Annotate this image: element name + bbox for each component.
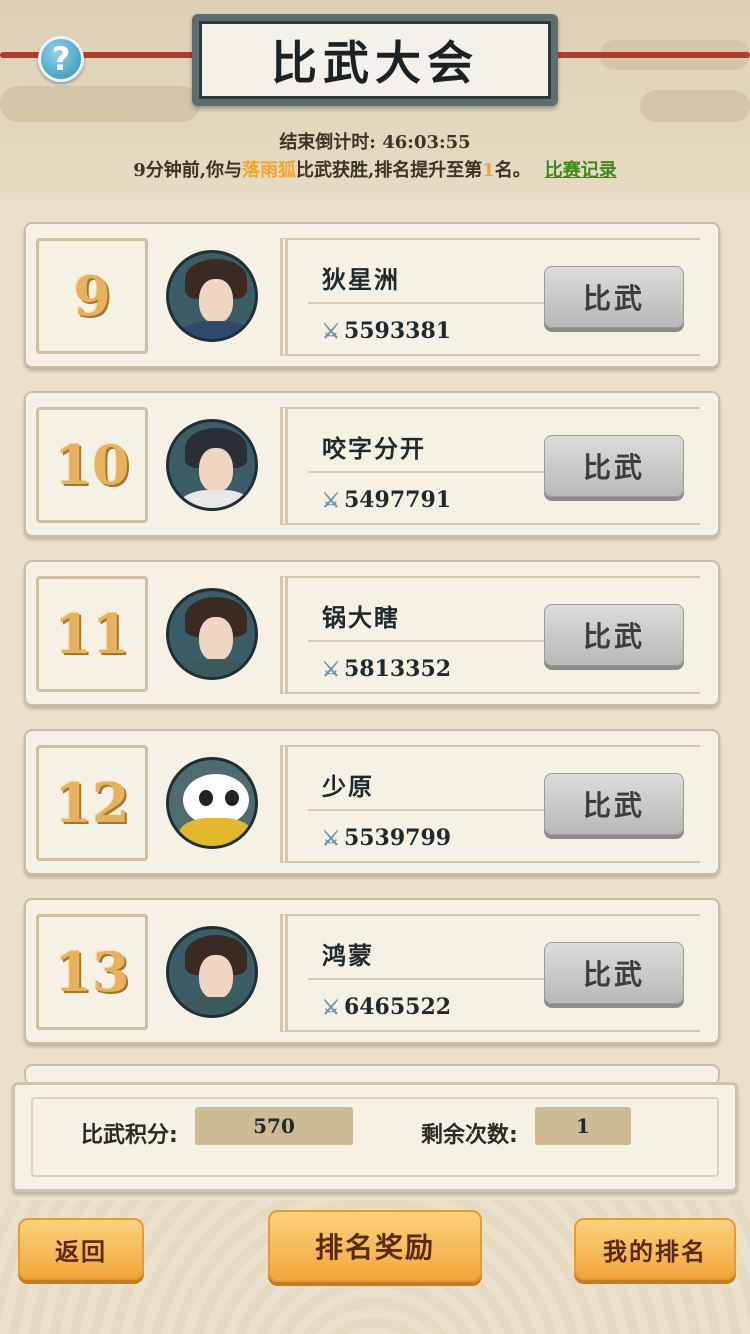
back-button[interactable]: 返回	[18, 1218, 144, 1280]
cloud-decoration	[0, 86, 200, 122]
red-rope-right	[550, 52, 750, 58]
player-name: 鸿蒙	[322, 942, 374, 970]
avatar-body	[179, 659, 253, 677]
notice-rank: 1	[482, 160, 495, 181]
power-value: 5539799	[343, 825, 452, 851]
avatar-body	[179, 490, 253, 508]
page-title: 比武大会	[199, 21, 551, 99]
rank-number: 9	[36, 238, 148, 354]
rank-number: 13	[36, 914, 148, 1030]
stats-panel: 比武积分: 570 剩余次数: 1	[12, 1082, 738, 1192]
divider	[308, 302, 548, 304]
opponent-card-partial	[24, 1064, 720, 1084]
score-value: 570	[195, 1107, 353, 1145]
rank-number: 12	[36, 745, 148, 861]
avatar-body	[179, 818, 253, 846]
player-info: 咬字分开 ⚔ 5497791 比武	[280, 407, 700, 525]
player-info: 鸿蒙 ⚔ 6465522 比武	[280, 914, 700, 1032]
crossed-swords-icon: ⚔	[322, 488, 340, 512]
score-label: 比武积分:	[81, 1123, 178, 1148]
panda-eye	[199, 790, 213, 806]
duel-button[interactable]: 比武	[544, 942, 684, 1004]
avatar-face	[199, 279, 233, 323]
player-name: 锅大瞎	[322, 604, 400, 632]
notice-opponent: 落雨狐	[242, 160, 296, 181]
avatar-face	[199, 617, 233, 661]
combat-power: ⚔ 5497791	[322, 487, 451, 513]
panda-eye	[225, 790, 239, 806]
countdown-label: 结束倒计时:	[279, 132, 376, 153]
crossed-swords-icon: ⚔	[322, 319, 340, 343]
remaining-value: 1	[535, 1107, 631, 1145]
player-name: 狄星洲	[322, 266, 400, 294]
opponent-card: 10 咬字分开 ⚔ 5497791 比武	[24, 391, 720, 537]
player-name: 少原	[322, 773, 374, 801]
divider	[308, 978, 548, 980]
match-record-link[interactable]: 比赛记录	[545, 160, 617, 181]
player-name: 咬字分开	[322, 435, 426, 463]
opponent-card: 9 狄星洲 ⚔ 5593381 比武	[24, 222, 720, 368]
opponent-card: 11 锅大瞎 ⚔ 5813352 比武	[24, 560, 720, 706]
duel-button[interactable]: 比武	[544, 266, 684, 328]
notice-suffix: 名。	[494, 160, 531, 181]
rank-number: 11	[36, 576, 148, 692]
divider	[308, 809, 548, 811]
battle-notice: 9分钟前,你与落雨狐比武获胜,排名提升至第1名。 比赛记录	[0, 156, 750, 182]
avatar-face	[199, 955, 233, 999]
notice-prefix: 9分钟前,你与	[133, 160, 242, 181]
divider	[308, 471, 548, 473]
duel-button[interactable]: 比武	[544, 773, 684, 835]
crossed-swords-icon: ⚔	[322, 995, 340, 1019]
avatar-body	[179, 321, 253, 339]
cloud-decoration	[640, 90, 750, 122]
divider	[308, 640, 548, 642]
notice-middle: 比武获胜,排名提升至第	[296, 160, 483, 181]
my-rank-button[interactable]: 我的排名	[574, 1218, 736, 1280]
avatar[interactable]	[166, 926, 258, 1018]
player-info: 锅大瞎 ⚔ 5813352 比武	[280, 576, 700, 694]
question-icon: ?	[51, 40, 71, 78]
player-info: 少原 ⚔ 5539799 比武	[280, 745, 700, 863]
combat-power: ⚔ 5593381	[322, 318, 451, 344]
avatar[interactable]	[166, 757, 258, 849]
opponent-card: 13 鸿蒙 ⚔ 6465522 比武	[24, 898, 720, 1044]
duel-button[interactable]: 比武	[544, 435, 684, 497]
countdown-text: 结束倒计时: 46:03:55	[0, 128, 750, 154]
combat-power: ⚔ 5813352	[322, 656, 451, 682]
avatar[interactable]	[166, 588, 258, 680]
combat-power: ⚔ 5539799	[322, 825, 451, 851]
power-value: 5497791	[343, 487, 452, 513]
avatar-body	[179, 997, 253, 1015]
rank-reward-button[interactable]: 排名奖励	[268, 1210, 482, 1282]
combat-power: ⚔ 6465522	[322, 994, 451, 1020]
avatar-face	[199, 448, 233, 492]
title-plate: 比武大会	[192, 14, 558, 106]
power-value: 5813352	[343, 656, 452, 682]
crossed-swords-icon: ⚔	[322, 657, 340, 681]
avatar[interactable]	[166, 419, 258, 511]
rank-number: 10	[36, 407, 148, 523]
power-value: 6465522	[343, 994, 452, 1020]
crossed-swords-icon: ⚔	[322, 826, 340, 850]
red-rope-left	[0, 52, 200, 58]
remaining-label: 剩余次数:	[421, 1123, 518, 1148]
help-button[interactable]: ?	[38, 36, 84, 82]
countdown-value: 46:03:55	[382, 132, 471, 153]
duel-button[interactable]: 比武	[544, 604, 684, 666]
avatar[interactable]	[166, 250, 258, 342]
player-info: 狄星洲 ⚔ 5593381 比武	[280, 238, 700, 356]
opponent-card: 12 少原 ⚔ 5539799 比武	[24, 729, 720, 875]
power-value: 5593381	[343, 318, 452, 344]
